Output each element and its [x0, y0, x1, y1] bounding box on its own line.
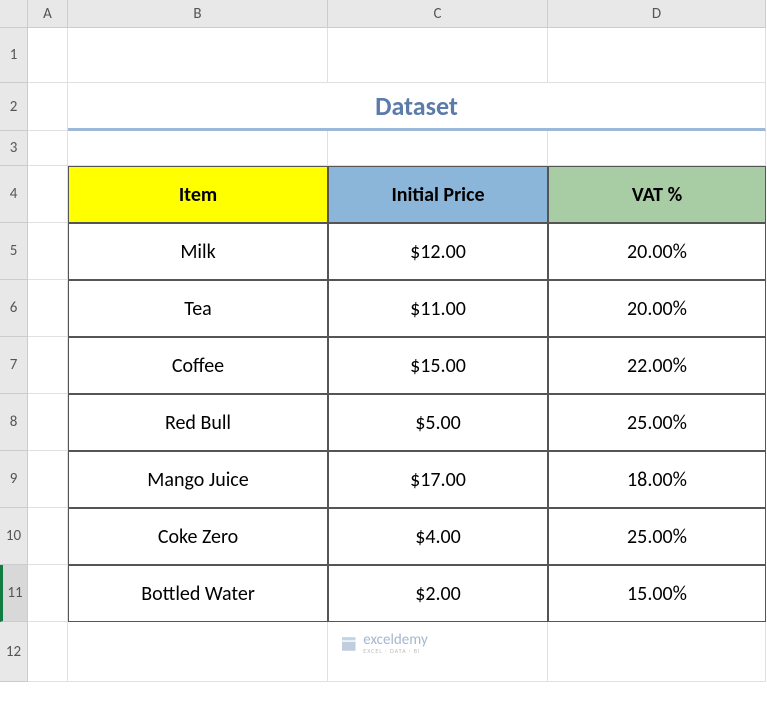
row-header-3[interactable]: 3: [0, 131, 28, 166]
table-cell-price[interactable]: $17.00: [328, 451, 548, 508]
cell-b3[interactable]: [68, 131, 328, 166]
table-cell-price[interactable]: $4.00: [328, 508, 548, 565]
cell-a6[interactable]: [28, 280, 68, 337]
cell-b12[interactable]: [68, 622, 328, 682]
cell-a9[interactable]: [28, 451, 68, 508]
table-cell-vat[interactable]: 20.00%: [548, 280, 766, 337]
table-cell-item[interactable]: Coffee: [68, 337, 328, 394]
cell-a8[interactable]: [28, 394, 68, 451]
cell-a5[interactable]: [28, 223, 68, 280]
col-header-a[interactable]: A: [28, 0, 68, 28]
header-item[interactable]: Item: [68, 166, 328, 223]
row-header-8[interactable]: 8: [0, 394, 28, 451]
cell-a2[interactable]: [28, 83, 68, 131]
table-cell-item[interactable]: Bottled Water: [68, 565, 328, 622]
cell-a3[interactable]: [28, 131, 68, 166]
row-header-9[interactable]: 9: [0, 451, 28, 508]
cell-b1[interactable]: [68, 28, 328, 83]
table-cell-vat[interactable]: 22.00%: [548, 337, 766, 394]
cell-c3[interactable]: [328, 131, 548, 166]
col-header-d[interactable]: D: [548, 0, 766, 28]
row-header-4[interactable]: 4: [0, 166, 28, 223]
table-cell-price[interactable]: $5.00: [328, 394, 548, 451]
table-cell-price[interactable]: $12.00: [328, 223, 548, 280]
table-cell-item[interactable]: Tea: [68, 280, 328, 337]
cell-a7[interactable]: [28, 337, 68, 394]
cell-a4[interactable]: [28, 166, 68, 223]
cell-a1[interactable]: [28, 28, 68, 83]
header-vat[interactable]: VAT %: [548, 166, 766, 223]
row-header-1[interactable]: 1: [0, 28, 28, 83]
header-price[interactable]: Initial Price: [328, 166, 548, 223]
table-cell-vat[interactable]: 15.00%: [548, 565, 766, 622]
table-cell-item[interactable]: Mango Juice: [68, 451, 328, 508]
row-header-11[interactable]: 11: [0, 565, 28, 622]
col-header-b[interactable]: B: [68, 0, 328, 28]
row-header-2[interactable]: 2: [0, 83, 28, 131]
row-header-5[interactable]: 5: [0, 223, 28, 280]
table-cell-vat[interactable]: 20.00%: [548, 223, 766, 280]
watermark-main: exceldemy: [363, 633, 427, 648]
cell-d12[interactable]: [548, 622, 766, 682]
cell-d1[interactable]: [548, 28, 766, 83]
table-cell-vat[interactable]: 25.00%: [548, 508, 766, 565]
watermark: exceldemy EXCEL · DATA · BI: [339, 633, 427, 654]
col-header-c[interactable]: C: [328, 0, 548, 28]
cell-grid: Dataset Item Initial Price VAT % Milk $1…: [28, 28, 766, 682]
row-header-12[interactable]: 12: [0, 622, 28, 682]
table-cell-item[interactable]: Milk: [68, 223, 328, 280]
watermark-sub: EXCEL · DATA · BI: [363, 648, 427, 654]
table-cell-vat[interactable]: 18.00%: [548, 451, 766, 508]
cell-a12[interactable]: [28, 622, 68, 682]
table-cell-price[interactable]: $11.00: [328, 280, 548, 337]
table-cell-vat[interactable]: 25.00%: [548, 394, 766, 451]
table-cell-item[interactable]: Coke Zero: [68, 508, 328, 565]
cell-d3[interactable]: [548, 131, 766, 166]
dataset-title[interactable]: Dataset: [68, 83, 766, 131]
column-headers: A B C D: [28, 0, 766, 28]
exceldemy-logo-icon: [339, 635, 357, 653]
select-all-corner[interactable]: [0, 0, 28, 28]
table-cell-price[interactable]: $2.00: [328, 565, 548, 622]
row-header-6[interactable]: 6: [0, 280, 28, 337]
cell-a10[interactable]: [28, 508, 68, 565]
spreadsheet-container: 1 2 3 4 5 6 7 8 9 10 11 12 A B C D: [0, 0, 767, 682]
cell-c1[interactable]: [328, 28, 548, 83]
row-headers: 1 2 3 4 5 6 7 8 9 10 11 12: [0, 28, 28, 682]
row-header-7[interactable]: 7: [0, 337, 28, 394]
table-cell-item[interactable]: Red Bull: [68, 394, 328, 451]
cell-a11[interactable]: [28, 565, 68, 622]
table-cell-price[interactable]: $15.00: [328, 337, 548, 394]
row-header-10[interactable]: 10: [0, 508, 28, 565]
